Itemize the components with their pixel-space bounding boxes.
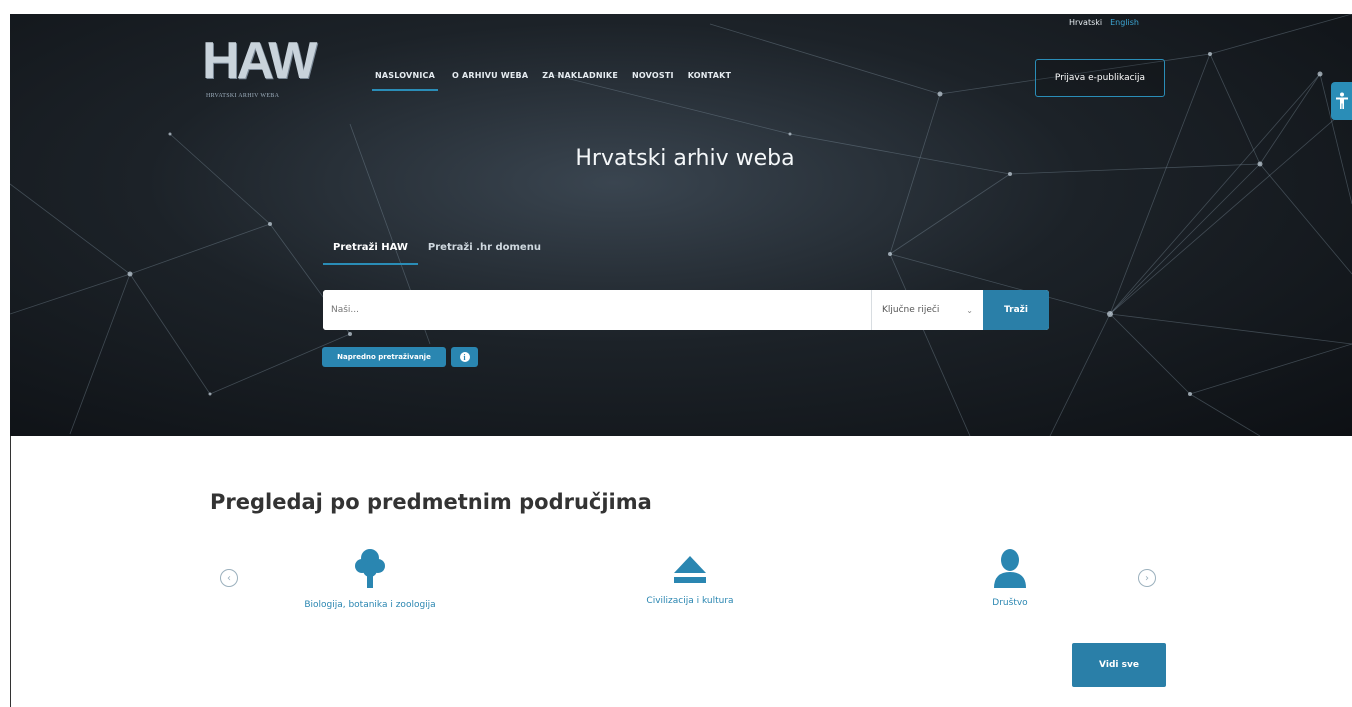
category-label: Društvo — [992, 598, 1028, 608]
search-type-value: Ključne riječi — [882, 305, 940, 315]
tab-pretrazi-hr-domenu[interactable]: Pretraži .hr domenu — [418, 240, 551, 265]
chevron-down-icon: ⌄ — [966, 305, 973, 315]
chevron-left-icon: ‹ — [227, 572, 231, 584]
search-button[interactable]: Traži — [983, 290, 1049, 330]
nav-kontakt[interactable]: KONTAKT — [688, 71, 731, 91]
language-switcher: Hrvatski English — [1069, 18, 1139, 27]
search-type-select[interactable]: Ključne riječi ⌄ — [871, 290, 983, 330]
nav-naslovnica[interactable]: NASLOVNICA — [372, 71, 438, 91]
category-civilizacija[interactable]: Civilizacija i kultura — [610, 554, 770, 606]
category-biologija[interactable]: Biologija, botanika i zoologija — [270, 546, 470, 610]
eject-icon — [674, 556, 706, 583]
search-bar: Ključne riječi ⌄ Traži — [323, 290, 1049, 330]
main-nav: NASLOVNICA O ARHIVU WEBA ZA NAKLADNIKE N… — [372, 71, 731, 91]
nav-za-nakladnike[interactable]: ZA NAKLADNIKE — [542, 71, 618, 91]
accessibility-button[interactable] — [1331, 82, 1352, 120]
haw-logo[interactable]: HAW HRVATSKI ARHIV WEBA — [202, 33, 324, 109]
browse-title: Pregledaj po predmetnim područjima — [210, 490, 652, 514]
person-icon — [994, 549, 1026, 588]
info-button[interactable]: i — [451, 347, 478, 367]
category-label: Biologija, botanika i zoologija — [304, 600, 436, 610]
category-drustvo[interactable]: Društvo — [950, 548, 1070, 608]
lang-english[interactable]: English — [1110, 18, 1139, 27]
advanced-search-button[interactable]: Napredno pretraživanje — [322, 347, 446, 367]
page-title: Hrvatski arhiv weba — [575, 146, 795, 171]
logo-mark: HAW — [202, 32, 317, 90]
logo-subtitle: HRVATSKI ARHIV WEBA — [206, 93, 280, 99]
category-label: Civilizacija i kultura — [646, 596, 734, 606]
chevron-right-icon: › — [1145, 572, 1149, 584]
login-button[interactable]: Prijava e-publikacija — [1035, 59, 1165, 97]
carousel-prev-button[interactable]: ‹ — [220, 569, 238, 587]
search-input[interactable] — [323, 290, 871, 330]
see-all-button[interactable]: Vidi sve — [1072, 643, 1166, 687]
lang-hrvatski[interactable]: Hrvatski — [1069, 18, 1102, 27]
nav-novosti[interactable]: NOVOSTI — [632, 71, 674, 91]
carousel-next-button[interactable]: › — [1138, 569, 1156, 587]
info-icon: i — [459, 352, 470, 362]
accessibility-person-icon — [1335, 92, 1348, 109]
tab-pretrazi-haw[interactable]: Pretraži HAW — [323, 240, 418, 265]
nav-o-arhivu-weba[interactable]: O ARHIVU WEBA — [452, 71, 528, 91]
tree-icon — [355, 549, 385, 588]
page-left-border — [10, 436, 11, 707]
search-tabs: Pretraži HAW Pretraži .hr domenu — [323, 240, 551, 265]
